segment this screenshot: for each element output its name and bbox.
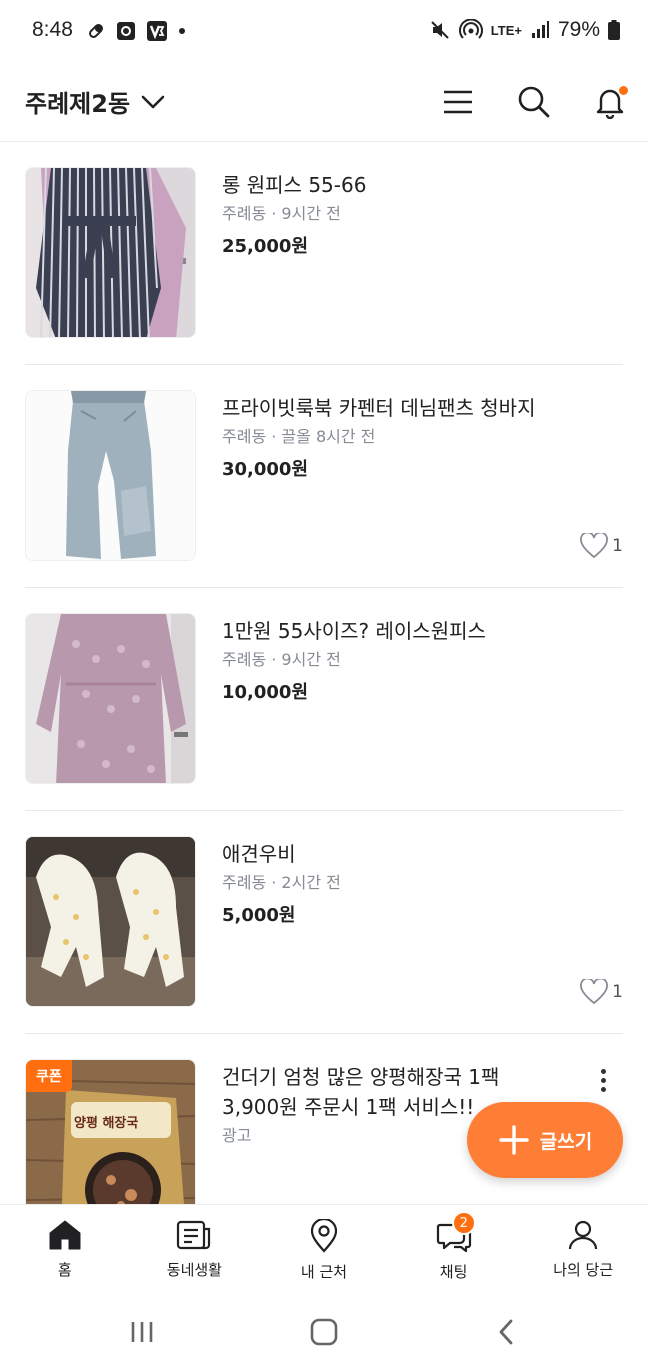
search-button[interactable] (510, 78, 558, 126)
nav-home[interactable]: 홈 (0, 1205, 130, 1294)
product-list: 롱 원피스 55-66 주례동 · 9시간 전 25,000원 프라이빗룩북 카… (0, 142, 648, 1204)
write-post-button[interactable]: 글쓰기 (467, 1102, 623, 1178)
nav-nearby-label: 내 근처 (300, 1263, 348, 1281)
network-type: LTE+ (490, 22, 522, 38)
package-text: 양평 해장국 (74, 1116, 139, 1131)
product-meta: 주례동 · 끌올 8시간 전 (222, 427, 376, 446)
like-count: 1 (580, 533, 623, 559)
community-icon (177, 1220, 211, 1250)
v3-app-icon (147, 21, 167, 41)
back-chevron-icon (499, 1319, 513, 1345)
nav-chat-label: 채팅 (439, 1263, 468, 1281)
more-dot (600, 1068, 606, 1074)
product-item[interactable]: 1만원 55사이즈? 레이스원피스 주례동 · 9시간 전 10,000원 (25, 588, 623, 811)
product-meta: 주례동 · 2시간 전 (222, 873, 341, 892)
product-price: 30,000원 (222, 459, 309, 480)
search-icon (518, 86, 550, 118)
product-title: 애견우비 (222, 842, 296, 866)
status-time: 8:48 (32, 18, 73, 41)
product-thumbnail (25, 613, 196, 784)
mute-icon (431, 21, 449, 39)
coupon-badge: 쿠폰 (26, 1060, 72, 1092)
status-notification-icons (86, 20, 186, 42)
notification-dot (619, 86, 628, 95)
denim-pants-image (26, 391, 195, 560)
like-count: 1 (580, 979, 623, 1005)
nav-home-label: 홈 (57, 1261, 72, 1279)
dot-icon (179, 28, 185, 34)
nav-chat[interactable]: 2 채팅 (389, 1205, 519, 1294)
location-pin-icon (310, 1219, 338, 1253)
location-selector[interactable]: 주례제2동 (25, 84, 166, 119)
like-count-value: 1 (612, 536, 623, 556)
heart-icon (580, 979, 609, 1005)
product-item[interactable]: 롱 원피스 55-66 주례동 · 9시간 전 25,000원 (25, 142, 623, 365)
product-title: 1만원 55사이즈? 레이스원피스 (222, 619, 486, 643)
chevron-down-icon (141, 95, 165, 108)
nav-nearby[interactable]: 내 근처 (259, 1205, 389, 1294)
home-icon (49, 1220, 81, 1250)
nav-community-label: 동네생활 (166, 1261, 222, 1279)
user-icon (569, 1220, 598, 1250)
chat-badge: 2 (451, 1211, 476, 1235)
app-header: 주례제2동 (0, 64, 648, 142)
ad-thumbnail: 쿠폰 양평 해장국 (25, 1059, 196, 1204)
product-item[interactable]: 프라이빗룩북 카펜터 데님팬츠 청바지 주례동 · 끌올 8시간 전 30,00… (25, 365, 623, 588)
back-button[interactable] (482, 1312, 530, 1352)
heart-icon (580, 533, 609, 559)
notification-button[interactable] (586, 78, 634, 126)
home-square-icon (310, 1318, 338, 1346)
dog-raincoat-image (26, 837, 195, 1006)
location-label: 주례제2동 (25, 90, 131, 118)
app-notification-icon (117, 22, 135, 40)
product-thumbnail (25, 390, 196, 561)
home-system-button[interactable] (300, 1312, 348, 1352)
product-title: 프라이빗룩북 카펜터 데님팬츠 청바지 (222, 396, 536, 420)
more-dot (600, 1077, 606, 1083)
product-price: 10,000원 (222, 682, 309, 703)
system-navigation-bar (0, 1294, 648, 1368)
bottom-navigation: 홈 동네생활 내 근처 2 채팅 나의 당근 (0, 1204, 648, 1294)
product-title: 롱 원피스 55-66 (222, 173, 367, 197)
status-bar: 8:48 LTE+ 79% (0, 0, 648, 64)
nav-my-label: 나의 당근 (553, 1261, 614, 1279)
like-count-value: 1 (612, 982, 623, 1002)
product-thumbnail (25, 167, 196, 338)
recent-apps-icon (131, 1322, 153, 1342)
ad-title-line1: 건더기 엄청 많은 양평해장국 1팩 (222, 1065, 500, 1089)
product-meta: 주례동 · 9시간 전 (222, 204, 341, 223)
menu-icon (444, 90, 472, 114)
hotspot-icon (458, 19, 483, 39)
lace-dress-image (26, 614, 195, 783)
nav-community[interactable]: 동네생활 (130, 1205, 260, 1294)
more-dot (600, 1086, 606, 1092)
more-options-button[interactable] (591, 1062, 615, 1098)
product-thumbnail (25, 836, 196, 1007)
product-price: 25,000원 (222, 236, 309, 257)
pill-icon (89, 24, 103, 38)
product-meta: 주례동 · 9시간 전 (222, 650, 341, 669)
nav-my[interactable]: 나의 당근 (518, 1205, 648, 1294)
recent-apps-button[interactable] (118, 1312, 166, 1352)
signal-icon (531, 21, 549, 38)
battery-percent: 79% (557, 18, 600, 41)
write-post-label: 글쓰기 (539, 1130, 593, 1153)
battery-icon (608, 20, 620, 40)
product-price: 5,000원 (222, 905, 296, 926)
product-item[interactable]: 애견우비 주례동 · 2시간 전 5,000원 1 (25, 811, 623, 1034)
plus-icon (499, 1125, 529, 1155)
striped-dress-image (26, 168, 195, 337)
status-right-icons: LTE+ 79% (429, 18, 620, 42)
menu-button[interactable] (434, 78, 482, 126)
